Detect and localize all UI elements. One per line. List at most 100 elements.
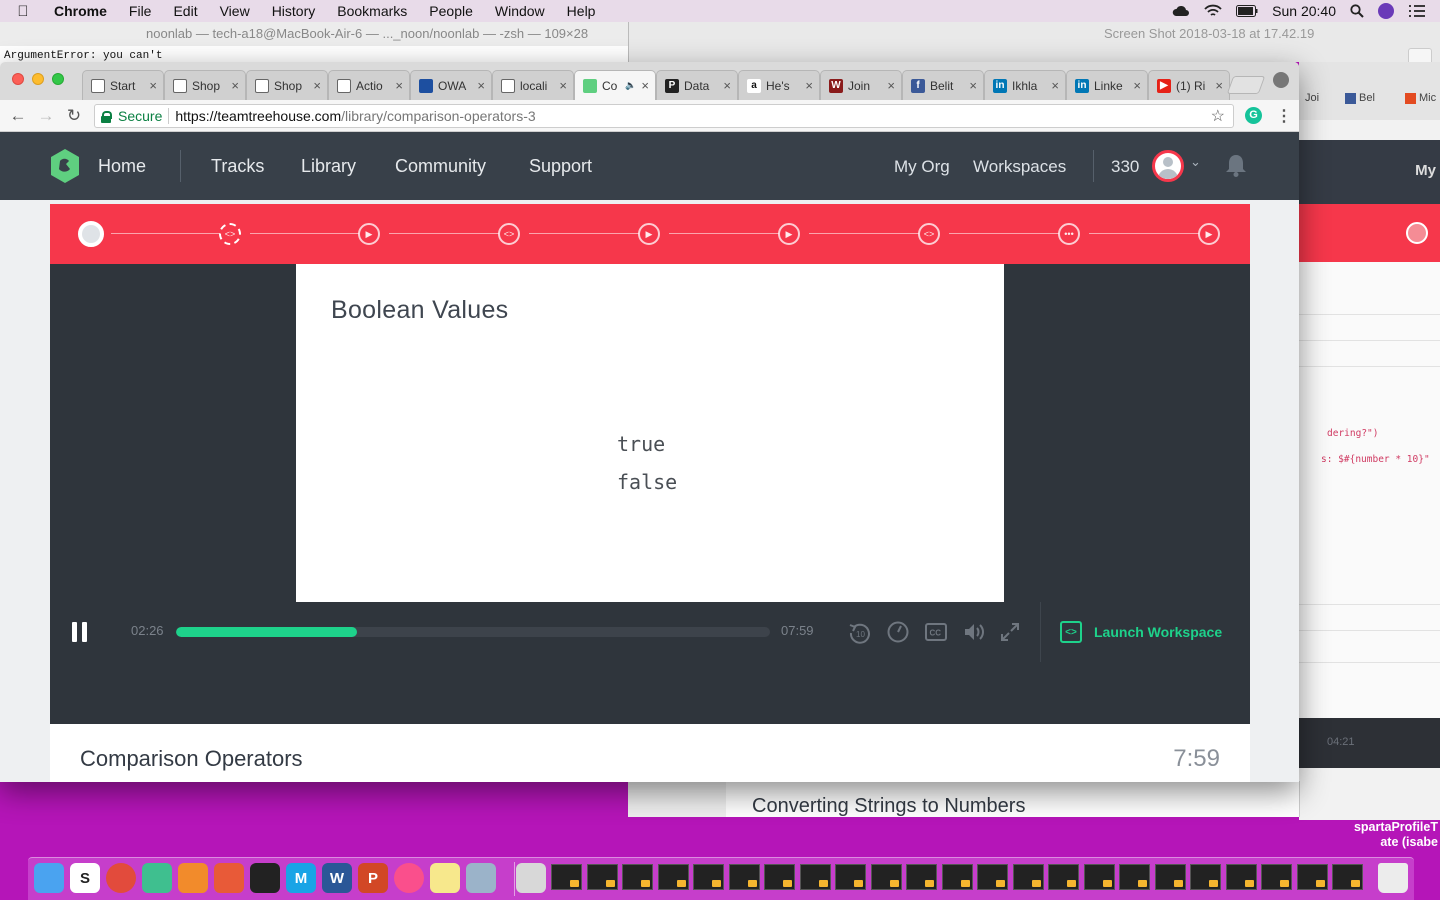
drawing-icon[interactable]	[214, 863, 244, 893]
background-nav-label[interactable]: My	[1415, 162, 1436, 179]
code-challenge-step-icon[interactable]: <>	[498, 223, 520, 245]
treehouse-logo-icon[interactable]	[49, 148, 81, 184]
browser-tab[interactable]: Start ×	[82, 70, 164, 100]
powerpoint-icon[interactable]: P	[358, 863, 388, 893]
nav-library[interactable]: Library	[301, 156, 356, 177]
minimized-window-thumbnail[interactable]	[1154, 864, 1186, 890]
markdown-icon[interactable]: M	[286, 863, 316, 893]
code-challenge-step-icon[interactable]: <>	[918, 223, 940, 245]
secure-label[interactable]: Secure	[118, 108, 162, 124]
browser-tab[interactable]: ▶ (1) Ri ×	[1148, 70, 1230, 100]
menu-app-name[interactable]: Chrome	[46, 3, 118, 19]
quiz-step-icon[interactable]: •••	[1058, 223, 1080, 245]
nav-workspaces[interactable]: Workspaces	[973, 157, 1066, 177]
browser-tab[interactable]: f Belit ×	[902, 70, 984, 100]
minimized-window-thumbnail[interactable]	[1261, 864, 1292, 890]
close-tab-icon[interactable]: ×	[887, 78, 895, 93]
minimized-window-thumbnail[interactable]	[1083, 864, 1115, 890]
reload-icon[interactable]: ↻	[60, 106, 88, 126]
rewind-10-icon[interactable]: 10	[848, 620, 872, 644]
music-file-icon[interactable]	[516, 863, 546, 893]
minimized-window-thumbnail[interactable]	[586, 864, 618, 890]
browser-tab[interactable]: OWA ×	[410, 70, 492, 100]
minimized-window-thumbnail[interactable]	[977, 864, 1008, 890]
chrome-icon[interactable]	[106, 863, 136, 893]
pause-button[interactable]	[70, 622, 90, 642]
preview-icon[interactable]	[466, 863, 496, 893]
background-tab[interactable]: Mic	[1405, 88, 1436, 108]
battery-icon[interactable]	[1236, 4, 1258, 18]
nav-home[interactable]: Home	[98, 156, 146, 177]
avatar[interactable]	[1152, 150, 1184, 182]
minimized-window-thumbnail[interactable]	[906, 864, 937, 890]
terminal-icon[interactable]	[250, 863, 280, 893]
close-window-button[interactable]	[12, 73, 24, 85]
chevron-down-icon[interactable]: ⌄	[1190, 154, 1201, 170]
bell-icon[interactable]	[1223, 152, 1249, 178]
playback-speed-icon[interactable]	[886, 620, 910, 644]
close-tab-icon[interactable]: ×	[969, 78, 977, 93]
seek-bar[interactable]	[176, 627, 770, 637]
minimized-window-thumbnail[interactable]	[1119, 864, 1150, 890]
launch-workspace-button[interactable]: <> Launch Workspace	[1060, 621, 1222, 643]
siri-icon[interactable]	[1378, 3, 1394, 19]
minimized-window-thumbnail[interactable]	[870, 864, 902, 890]
itunes-icon[interactable]	[394, 863, 424, 893]
browser-tab[interactable]: in Linke ×	[1066, 70, 1148, 100]
points-count[interactable]: 330	[1111, 157, 1139, 177]
close-tab-icon[interactable]: ×	[231, 78, 239, 93]
minimized-window-thumbnail[interactable]	[1332, 864, 1363, 890]
minimized-window-thumbnail[interactable]	[1225, 864, 1257, 890]
menu-bookmarks[interactable]: Bookmarks	[326, 3, 418, 19]
close-tab-icon[interactable]: ×	[723, 78, 731, 93]
notification-center-icon[interactable]	[1408, 4, 1426, 18]
browser-tab[interactable]: P Data ×	[656, 70, 738, 100]
cloud-icon[interactable]	[1172, 4, 1190, 18]
video-step-icon[interactable]: ▶	[638, 223, 660, 245]
nav-my-org[interactable]: My Org	[894, 157, 950, 177]
close-tab-icon[interactable]: ×	[395, 78, 403, 93]
finder-icon[interactable]	[34, 863, 64, 893]
browser-tab[interactable]: Co 🔈 ×	[574, 70, 656, 100]
desktop-file-label[interactable]: spartaProfileT ate (isabe	[1354, 820, 1440, 850]
video-step-icon[interactable]: ▶	[358, 223, 380, 245]
chrome-profile-icon[interactable]	[1273, 72, 1289, 88]
word-icon[interactable]: W	[322, 863, 352, 893]
sublime-text-icon[interactable]	[178, 863, 208, 893]
back-arrow-icon[interactable]: ←	[4, 106, 32, 126]
menu-help[interactable]: Help	[556, 3, 607, 19]
audio-playing-icon[interactable]: 🔈	[625, 80, 636, 91]
closed-captions-icon[interactable]: CC	[924, 620, 948, 644]
menubar-clock[interactable]: Sun 20:40	[1272, 3, 1336, 19]
background-tab[interactable]: Joi	[1305, 88, 1319, 108]
minimized-window-thumbnail[interactable]	[657, 864, 689, 890]
menu-view[interactable]: View	[209, 3, 261, 19]
minimized-window-thumbnail[interactable]	[799, 864, 831, 890]
fullscreen-icon[interactable]	[998, 620, 1022, 644]
background-preview-window[interactable]: Screen Shot 2018-03-18 at 17.42.19	[628, 22, 1440, 66]
atom-icon[interactable]	[142, 863, 172, 893]
browser-tab[interactable]: a He's ×	[738, 70, 820, 100]
menu-window[interactable]: Window	[484, 3, 556, 19]
nav-community[interactable]: Community	[395, 156, 486, 177]
close-tab-icon[interactable]: ×	[1215, 78, 1223, 93]
minimize-window-button[interactable]	[32, 73, 44, 85]
close-tab-icon[interactable]: ×	[805, 78, 813, 93]
background-lower-window[interactable]: Converting Strings to Numbers	[628, 781, 1300, 817]
sublime-s-icon[interactable]: S	[70, 863, 100, 893]
minimized-window-thumbnail[interactable]	[764, 864, 795, 890]
close-tab-icon[interactable]: ×	[641, 78, 649, 93]
menu-history[interactable]: History	[261, 3, 327, 19]
minimized-window-thumbnail[interactable]	[941, 864, 973, 890]
trash-icon[interactable]	[1378, 863, 1408, 893]
close-tab-icon[interactable]: ×	[559, 78, 567, 93]
close-tab-icon[interactable]: ×	[1051, 78, 1059, 93]
code-challenge-step-icon[interactable]: <>	[219, 223, 241, 245]
spotlight-search-icon[interactable]	[1350, 4, 1364, 18]
avatar[interactable]	[78, 221, 104, 247]
wifi-icon[interactable]	[1204, 4, 1222, 18]
close-tab-icon[interactable]: ×	[477, 78, 485, 93]
nav-tracks[interactable]: Tracks	[211, 156, 264, 177]
minimized-window-thumbnail[interactable]	[835, 864, 866, 890]
minimized-window-thumbnail[interactable]	[1048, 864, 1079, 890]
